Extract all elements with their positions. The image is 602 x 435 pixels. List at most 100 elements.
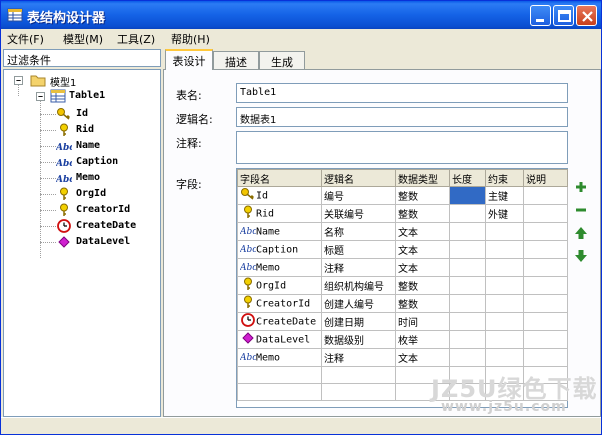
length-cell[interactable] (449, 186, 486, 205)
note-cell[interactable] (523, 330, 568, 349)
type-cell[interactable]: 整数 (395, 276, 450, 295)
field-name-cell[interactable]: Abc Caption (237, 240, 322, 259)
menu-tools[interactable]: 工具(Z) (117, 31, 155, 47)
length-cell[interactable] (449, 294, 486, 313)
field-name-cell[interactable]: OrgId (237, 276, 322, 295)
logical-cell[interactable]: 标题 (321, 240, 396, 259)
logical-name-input[interactable]: 数据表1 (236, 107, 568, 127)
column-header[interactable]: 逻辑名 (321, 169, 396, 187)
logical-cell[interactable]: 数据级别 (321, 330, 396, 349)
menu-help[interactable]: 帮助(H) (171, 31, 210, 47)
collapse-icon[interactable]: − (14, 76, 23, 85)
field-name-cell[interactable]: Id (237, 186, 322, 205)
table-row[interactable]: Rid 关联编号 整数 外键 (237, 204, 568, 223)
tab-strip: 表设计 描述 生成 (163, 49, 601, 70)
column-header[interactable]: 长度 (449, 169, 486, 187)
table-row[interactable]: CreatorId 创建人编号 整数 (237, 294, 568, 313)
length-cell[interactable] (449, 204, 486, 223)
field-name-cell[interactable]: DataLevel (237, 330, 322, 349)
yellow-key-icon (240, 295, 256, 312)
type-cell[interactable]: 整数 (395, 186, 450, 205)
tab-generate[interactable]: 生成 (259, 51, 305, 69)
minus-icon[interactable] (574, 203, 588, 217)
constraint-cell[interactable] (485, 276, 524, 295)
column-header[interactable]: 数据类型 (395, 169, 450, 187)
table-name-input[interactable]: Table1 (236, 83, 568, 103)
constraint-cell[interactable] (485, 294, 524, 313)
arrow-down-icon[interactable] (574, 249, 588, 263)
close-button[interactable] (576, 5, 597, 26)
table-row[interactable]: OrgId 组织机构编号 整数 (237, 276, 568, 295)
type-cell[interactable]: 文本 (395, 348, 450, 367)
comment-input[interactable] (236, 131, 568, 164)
collapse-icon[interactable]: − (36, 92, 45, 101)
logical-cell[interactable]: 创建日期 (321, 312, 396, 331)
constraint-cell[interactable] (485, 240, 524, 259)
type-cell[interactable]: 枚举 (395, 330, 450, 349)
field-name-cell[interactable]: CreateDate (237, 312, 322, 331)
length-cell[interactable] (449, 222, 486, 241)
field-name-cell[interactable]: Abc Memo (237, 348, 322, 367)
note-cell[interactable] (523, 312, 568, 331)
note-cell[interactable] (523, 186, 568, 205)
menu-model[interactable]: 模型(M) (63, 31, 103, 47)
filter-label[interactable]: 过滤条件 (3, 49, 161, 67)
field-name-cell[interactable]: Abc Name (237, 222, 322, 241)
type-cell[interactable]: 文本 (395, 258, 450, 277)
type-cell[interactable]: 整数 (395, 204, 450, 223)
length-cell[interactable] (449, 258, 486, 277)
table-row[interactable]: Abc Name 名称 文本 (237, 222, 568, 241)
table-row[interactable]: DataLevel 数据级别 枚举 (237, 330, 568, 349)
type-cell[interactable]: 文本 (395, 222, 450, 241)
length-cell[interactable] (449, 348, 486, 367)
note-cell[interactable] (523, 276, 568, 295)
length-cell[interactable] (449, 240, 486, 259)
length-cell[interactable] (449, 276, 486, 295)
column-header[interactable]: 字段名 (237, 169, 322, 187)
table-row[interactable]: Abc Caption 标题 文本 (237, 240, 568, 259)
tab-table-design[interactable]: 表设计 (165, 49, 213, 70)
type-cell[interactable]: 文本 (395, 240, 450, 259)
field-name-cell[interactable]: CreatorId (237, 294, 322, 313)
minimize-button[interactable] (530, 5, 551, 26)
plus-icon[interactable] (574, 180, 588, 194)
tab-description[interactable]: 描述 (213, 51, 259, 69)
title-bar[interactable]: 表结构设计器 (1, 1, 601, 29)
model-tree[interactable]: − 模型1 − Table1 Id Rid Abc Name Abc Caption Abc… (3, 69, 161, 417)
table-row[interactable]: Abc Memo 注释 文本 (237, 348, 568, 367)
logical-cell[interactable]: 注释 (321, 348, 396, 367)
menu-file[interactable]: 文件(F) (7, 31, 44, 47)
note-cell[interactable] (523, 222, 568, 241)
logical-cell[interactable]: 关联编号 (321, 204, 396, 223)
constraint-cell[interactable] (485, 348, 524, 367)
constraint-cell[interactable] (485, 258, 524, 277)
type-cell[interactable]: 时间 (395, 312, 450, 331)
table-row[interactable]: CreateDate 创建日期 时间 (237, 312, 568, 331)
constraint-cell[interactable] (485, 222, 524, 241)
arrow-up-icon[interactable] (574, 226, 588, 240)
constraint-cell[interactable]: 主键 (485, 186, 524, 205)
logical-cell[interactable]: 编号 (321, 186, 396, 205)
logical-cell[interactable]: 注释 (321, 258, 396, 277)
field-name-cell[interactable]: Abc Memo (237, 258, 322, 277)
note-cell[interactable] (523, 348, 568, 367)
logical-cell[interactable]: 名称 (321, 222, 396, 241)
table-row[interactable]: Abc Memo 注释 文本 (237, 258, 568, 277)
type-cell[interactable]: 整数 (395, 294, 450, 313)
note-cell[interactable] (523, 258, 568, 277)
maximize-button[interactable] (553, 5, 574, 26)
table-row[interactable]: Id 编号 整数 主键 (237, 186, 568, 205)
constraint-cell[interactable] (485, 330, 524, 349)
field-name-cell[interactable]: Rid (237, 204, 322, 223)
note-cell[interactable] (523, 204, 568, 223)
column-header[interactable]: 说明 (523, 169, 568, 187)
note-cell[interactable] (523, 240, 568, 259)
constraint-cell[interactable] (485, 312, 524, 331)
note-cell[interactable] (523, 294, 568, 313)
constraint-cell[interactable]: 外键 (485, 204, 524, 223)
column-header[interactable]: 约束 (485, 169, 524, 187)
length-cell[interactable] (449, 330, 486, 349)
logical-cell[interactable]: 创建人编号 (321, 294, 396, 313)
length-cell[interactable] (449, 312, 486, 331)
logical-cell[interactable]: 组织机构编号 (321, 276, 396, 295)
